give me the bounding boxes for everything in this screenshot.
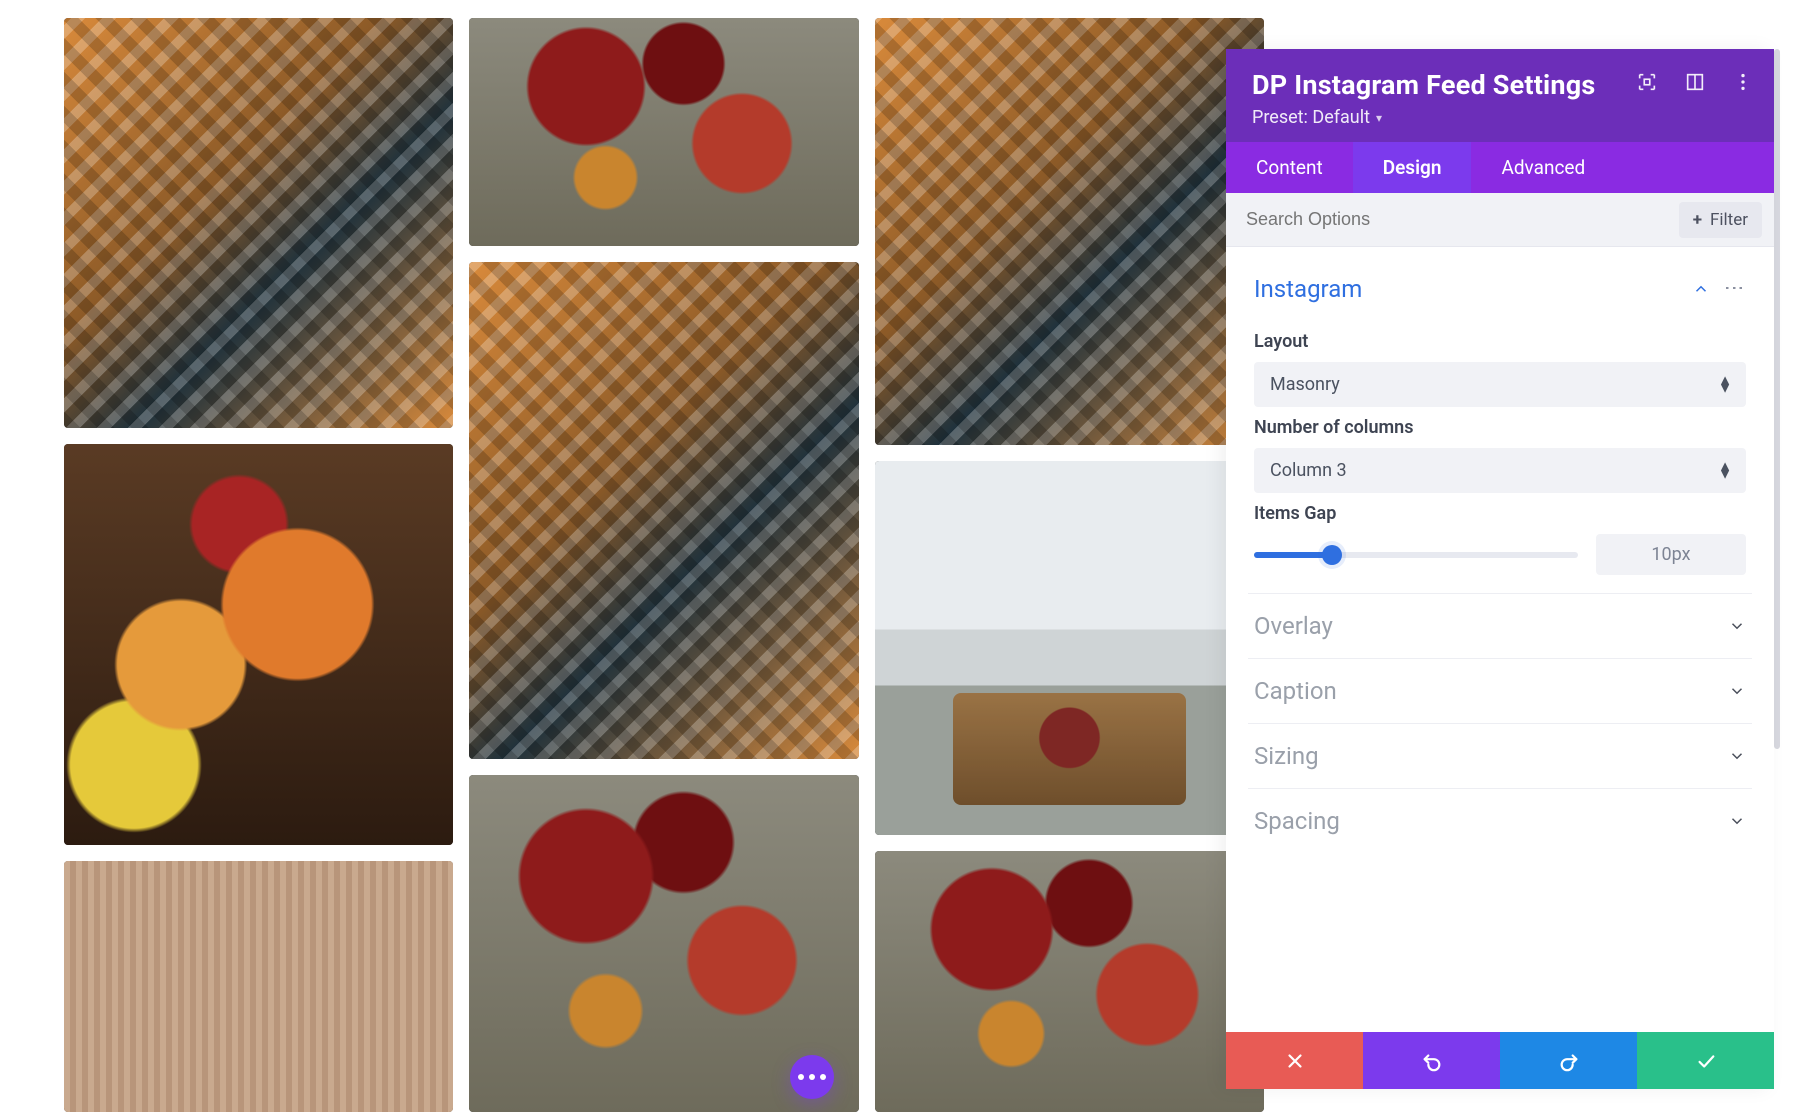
snap-to-element-icon[interactable] — [1636, 71, 1658, 93]
section-sizing-toggle[interactable]: Sizing — [1248, 724, 1752, 788]
section-spacing: Spacing — [1248, 789, 1752, 853]
feed-image[interactable] — [875, 851, 1264, 1112]
section-sizing-title: Sizing — [1254, 742, 1319, 770]
feed-image[interactable] — [469, 18, 858, 246]
columns-select-value: Column 3 — [1270, 460, 1347, 481]
panel-body: Instagram ⋮ Layout Masonry ▲▼ — [1226, 247, 1774, 1089]
feed-image[interactable] — [64, 861, 453, 1112]
items-gap-value[interactable]: 10px — [1596, 534, 1746, 575]
section-instagram-toggle[interactable]: Instagram ⋮ — [1248, 257, 1752, 321]
panel-footer — [1226, 1032, 1774, 1089]
tab-advanced[interactable]: Advanced — [1471, 142, 1615, 193]
chevron-down-icon — [1728, 812, 1746, 830]
chevron-down-icon — [1728, 682, 1746, 700]
chevron-down-icon — [1728, 747, 1746, 765]
panel-scrollbar[interactable] — [1774, 49, 1780, 749]
select-caret-icon: ▲▼ — [1718, 376, 1732, 393]
items-gap-label: Items Gap — [1254, 503, 1746, 524]
feed-image[interactable] — [64, 444, 453, 845]
layout-select[interactable]: Masonry ▲▼ — [1254, 362, 1746, 407]
panel-header: DP Instagram Feed Settings Preset: Defau… — [1226, 49, 1774, 142]
search-input[interactable] — [1226, 193, 1679, 246]
items-gap-field: Items Gap 10px — [1254, 503, 1746, 575]
kebab-menu-icon[interactable] — [1732, 71, 1754, 93]
preset-selector[interactable]: Preset: Default ▾ — [1252, 107, 1748, 128]
settings-tabs: Content Design Advanced — [1226, 142, 1774, 193]
section-overlay-title: Overlay — [1254, 612, 1333, 640]
section-instagram-title: Instagram — [1254, 275, 1362, 303]
feed-image[interactable] — [875, 18, 1264, 445]
save-button[interactable] — [1637, 1032, 1774, 1089]
instagram-feed-masonry — [64, 18, 1264, 1112]
tab-content[interactable]: Content — [1226, 142, 1353, 193]
feed-image[interactable] — [64, 18, 453, 428]
section-caption-title: Caption — [1254, 677, 1337, 705]
settings-panel: DP Instagram Feed Settings Preset: Defau… — [1226, 49, 1774, 1089]
section-spacing-toggle[interactable]: Spacing — [1248, 789, 1752, 853]
section-spacing-title: Spacing — [1254, 807, 1340, 835]
columns-label: Number of columns — [1254, 417, 1746, 438]
undo-button[interactable] — [1363, 1032, 1500, 1089]
feed-image[interactable] — [875, 461, 1264, 835]
columns-select[interactable]: Column 3 ▲▼ — [1254, 448, 1746, 493]
section-caption: Caption — [1248, 659, 1752, 724]
module-actions-fab[interactable] — [790, 1055, 834, 1099]
section-caption-toggle[interactable]: Caption — [1248, 659, 1752, 723]
section-overlay-toggle[interactable]: Overlay — [1248, 594, 1752, 658]
section-sizing: Sizing — [1248, 724, 1752, 789]
layout-label: Layout — [1254, 331, 1746, 352]
layout-field: Layout Masonry ▲▼ — [1254, 331, 1746, 407]
preset-label: Preset: Default — [1252, 107, 1370, 128]
columns-field: Number of columns Column 3 ▲▼ — [1254, 417, 1746, 493]
filter-button[interactable]: + Filter — [1679, 202, 1762, 238]
plus-icon: + — [1693, 210, 1702, 230]
items-gap-slider[interactable] — [1254, 545, 1578, 565]
expand-panel-icon[interactable] — [1684, 71, 1706, 93]
caret-down-icon: ▾ — [1376, 111, 1382, 125]
section-instagram: Instagram ⋮ Layout Masonry ▲▼ — [1248, 257, 1752, 594]
cancel-button[interactable] — [1226, 1032, 1363, 1089]
tab-design[interactable]: Design — [1353, 142, 1472, 193]
options-search-bar: + Filter — [1226, 193, 1774, 247]
chevron-up-icon — [1692, 280, 1710, 298]
select-caret-icon: ▲▼ — [1718, 462, 1732, 479]
section-overlay: Overlay — [1248, 594, 1752, 659]
filter-label: Filter — [1710, 210, 1748, 230]
feed-image[interactable] — [469, 262, 858, 759]
section-options-icon[interactable]: ⋮ — [1725, 278, 1745, 300]
redo-button[interactable] — [1500, 1032, 1637, 1089]
layout-select-value: Masonry — [1270, 374, 1340, 395]
chevron-down-icon — [1728, 617, 1746, 635]
